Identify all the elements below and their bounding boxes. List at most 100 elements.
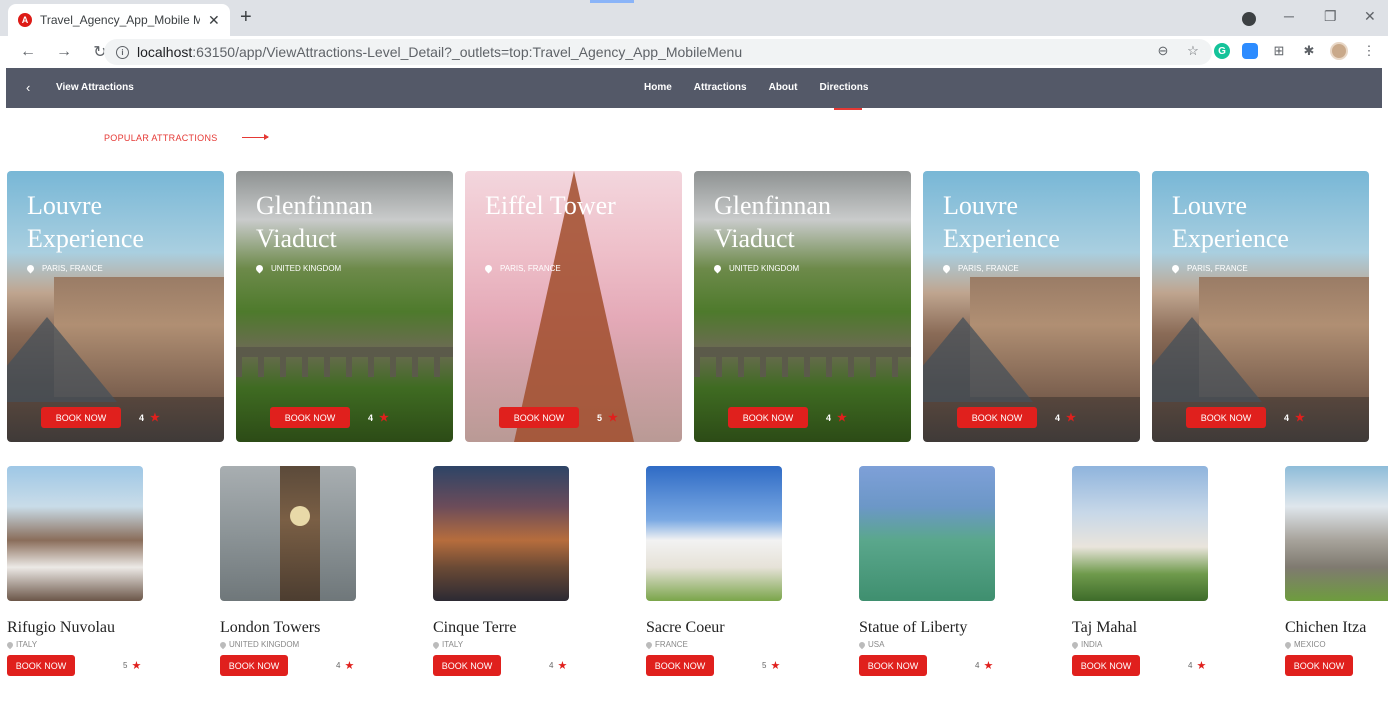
page-title: View Attractions (56, 82, 134, 93)
book-now-button[interactable]: BOOK NOW (957, 407, 1037, 428)
book-now-button[interactable]: BOOK NOW (7, 655, 75, 676)
book-now-button[interactable]: BOOK NOW (220, 655, 288, 676)
rating: 4 ★ (368, 412, 389, 424)
grid-extension-icon[interactable]: ⊞ (1270, 42, 1288, 60)
attraction-name: Sacre Coeur (646, 619, 725, 636)
card-title: Glenfinnan Viaduct (714, 191, 831, 253)
attraction-name: London Towers (220, 619, 321, 636)
attraction-image[interactable] (220, 466, 356, 601)
extensions-puzzle-icon[interactable]: ✱ (1300, 42, 1318, 60)
location-pin-icon (857, 640, 867, 649)
bookmark-star-icon[interactable]: ☆ (1184, 42, 1202, 60)
book-now-button[interactable]: BOOK NOW (1186, 407, 1266, 428)
star-icon: ★ (344, 660, 355, 672)
attraction-image[interactable] (859, 466, 995, 601)
forward-icon[interactable]: → (56, 43, 72, 61)
rating: 4 ★ (826, 412, 847, 424)
location-pin-icon (1070, 640, 1080, 649)
location-pin-icon (1285, 640, 1293, 649)
restore-icon[interactable]: ❐ (1324, 8, 1337, 25)
book-now-button[interactable]: BOOK NOW (41, 407, 121, 428)
star-icon: ★ (1295, 412, 1305, 424)
book-now-button[interactable]: BOOK NOW (646, 655, 714, 676)
url-text: localhost:63150/app/ViewAttractions-Leve… (137, 44, 743, 60)
attraction-card[interactable]: London Towers UNITED KINGDOM BOOK NOW 4 ★ (218, 466, 356, 676)
attraction-name: Cinque Terre (433, 619, 517, 636)
featured-card[interactable]: Louvre Experience PARIS, FRANCE BOOK NOW… (923, 171, 1140, 442)
location-pin-icon (5, 640, 15, 649)
book-now-button[interactable]: BOOK NOW (1285, 655, 1353, 676)
back-icon[interactable]: ← (20, 43, 36, 61)
arrow-right-icon[interactable] (242, 134, 269, 140)
attraction-location: FRANCE (644, 640, 782, 649)
attraction-name: Chichen Itza (1285, 619, 1367, 636)
address-bar[interactable]: i localhost:63150/app/ViewAttractions-Le… (104, 39, 1212, 65)
attraction-card[interactable]: Statue of Liberty USA BOOK NOW 4 ★ (857, 466, 995, 676)
attraction-image[interactable] (1072, 466, 1208, 601)
book-now-button[interactable]: BOOK NOW (1072, 655, 1140, 676)
card-title: Eiffel Tower (485, 191, 616, 220)
new-tab-icon[interactable]: + (240, 6, 252, 29)
card-location: PARIS, FRANCE (1170, 263, 1248, 274)
featured-card[interactable]: Louvre Experience PARIS, FRANCE BOOK NOW… (1152, 171, 1369, 442)
browser-toolbar: ← → ↻ i localhost:63150/app/ViewAttracti… (0, 36, 1388, 68)
zoom-icon[interactable]: ⊖ (1154, 42, 1172, 60)
attraction-card[interactable]: Rifugio Nuvolau ITALY BOOK NOW 5 ★ (5, 466, 143, 676)
app-header: ‹ View Attractions Home Attractions Abou… (6, 68, 1382, 108)
attraction-card[interactable]: Sacre Coeur FRANCE BOOK NOW 5 ★ (644, 466, 782, 676)
browser-tab[interactable]: A Travel_Agency_App_Mobile Menu ✕ (8, 4, 230, 36)
nav-directions[interactable]: Directions (819, 82, 868, 93)
card-title: Louvre Experience (27, 191, 144, 253)
more-menu-icon[interactable]: ⋮ (1360, 42, 1378, 60)
book-now-button[interactable]: BOOK NOW (499, 407, 579, 428)
book-now-button[interactable]: BOOK NOW (433, 655, 501, 676)
close-window-icon[interactable]: ✕ (1364, 8, 1376, 25)
star-icon: ★ (131, 660, 142, 672)
attraction-name: Taj Mahal (1072, 619, 1138, 636)
featured-card[interactable]: Glenfinnan Viaduct UNITED KINGDOM BOOK N… (236, 171, 453, 442)
featured-card[interactable]: Louvre Experience PARIS, FRANCE BOOK NOW… (7, 171, 224, 442)
close-tab-icon[interactable]: ✕ (208, 12, 220, 29)
attraction-image[interactable] (7, 466, 143, 601)
star-icon: ★ (770, 660, 781, 672)
card-title: Louvre Experience (1172, 191, 1289, 253)
browser-tabbar: A Travel_Agency_App_Mobile Menu ✕ + ─ ❐ … (0, 0, 1388, 36)
attraction-image[interactable] (646, 466, 782, 601)
attraction-location: ITALY (5, 640, 143, 649)
star-icon: ★ (1066, 412, 1076, 424)
attraction-card[interactable]: Taj Mahal INDIA BOOK NOW 4 ★ (1070, 466, 1208, 676)
zoom-extension-icon[interactable] (1242, 43, 1258, 59)
location-pin-icon (254, 263, 265, 274)
nav-about[interactable]: About (769, 82, 798, 93)
rating: 5 ★ (123, 660, 142, 672)
minimize-icon[interactable]: ─ (1284, 8, 1294, 24)
card-location: UNITED KINGDOM (254, 263, 341, 274)
location-pin-icon (431, 640, 441, 649)
card-location: PARIS, FRANCE (25, 263, 103, 274)
user-avatar[interactable] (1330, 42, 1348, 60)
grammarly-extension-icon[interactable]: G (1214, 43, 1230, 59)
location-pin-icon (644, 640, 654, 649)
book-now-button[interactable]: BOOK NOW (270, 407, 350, 428)
nav-home[interactable]: Home (644, 82, 672, 93)
attraction-location: USA (857, 640, 995, 649)
attraction-image[interactable] (433, 466, 569, 601)
attraction-card[interactable]: Cinque Terre ITALY BOOK NOW 4 ★ (431, 466, 569, 676)
star-icon: ★ (608, 412, 618, 424)
star-icon: ★ (150, 412, 160, 424)
tab-drag-indicator (590, 0, 634, 3)
book-now-button[interactable]: BOOK NOW (728, 407, 808, 428)
tab-title: Travel_Agency_App_Mobile Menu (40, 13, 200, 27)
back-chevron-icon[interactable]: ‹ (26, 80, 30, 95)
featured-card[interactable]: Eiffel Tower PARIS, FRANCE BOOK NOW 5 ★ (465, 171, 682, 442)
attraction-card[interactable]: Chichen Itza MEXICO BOOK NOW (1285, 466, 1388, 676)
location-pin-icon (1170, 263, 1181, 274)
site-info-icon[interactable]: i (116, 45, 129, 59)
card-location: PARIS, FRANCE (483, 263, 561, 274)
profile-indicator-icon[interactable] (1242, 12, 1256, 26)
book-now-button[interactable]: BOOK NOW (859, 655, 927, 676)
angular-favicon-icon: A (18, 13, 32, 27)
featured-card[interactable]: Glenfinnan Viaduct UNITED KINGDOM BOOK N… (694, 171, 911, 442)
nav-attractions[interactable]: Attractions (694, 82, 747, 93)
attraction-image[interactable] (1285, 466, 1388, 601)
